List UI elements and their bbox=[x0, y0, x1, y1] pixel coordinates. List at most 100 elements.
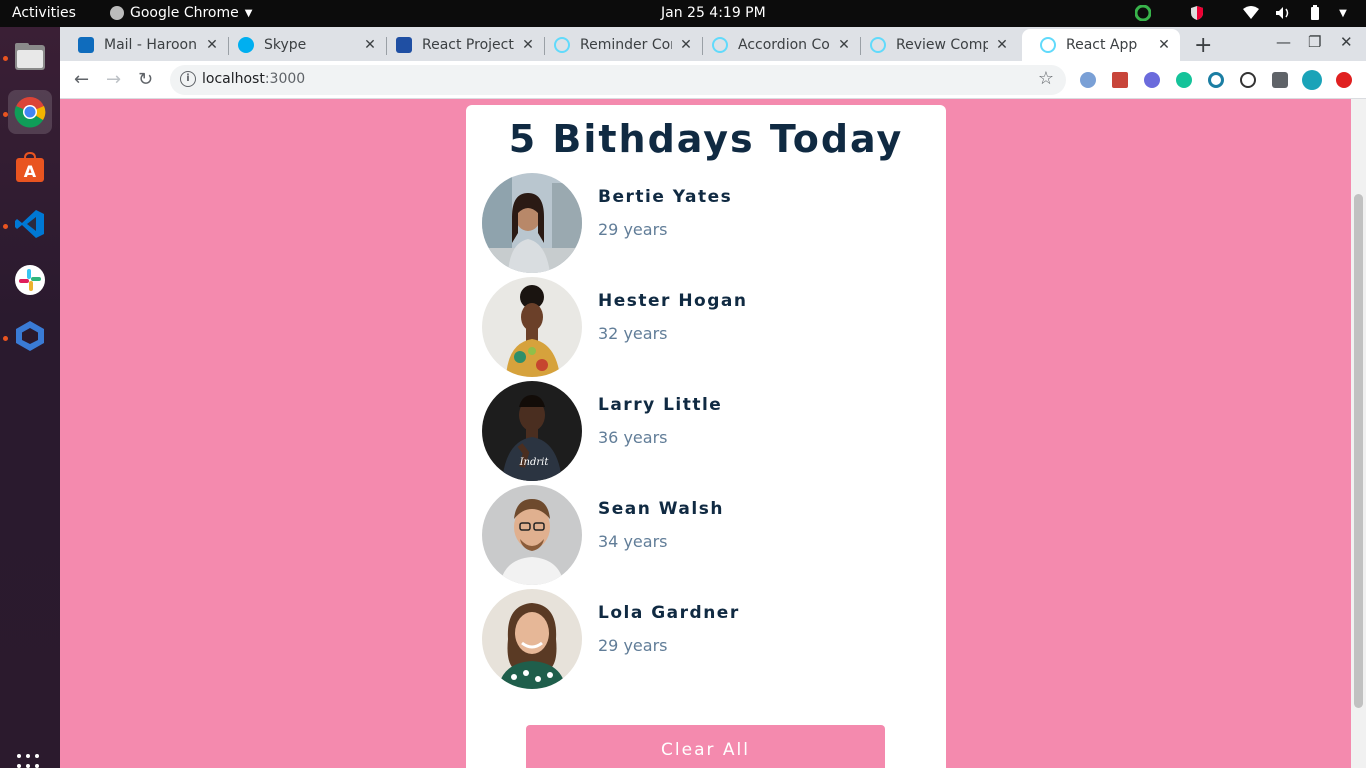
close-icon[interactable]: ✕ bbox=[994, 37, 1010, 53]
tab-accordion[interactable]: Accordion Co ✕ bbox=[694, 29, 860, 61]
birthday-card: 5 Bithdays Today Bertie Yates 29 years H… bbox=[466, 105, 946, 768]
avatar bbox=[482, 589, 582, 689]
tab-review[interactable]: Review Compo ✕ bbox=[852, 29, 1018, 61]
scrollbar-thumb[interactable] bbox=[1354, 194, 1363, 708]
chrome-icon bbox=[110, 6, 124, 20]
close-icon[interactable]: ✕ bbox=[520, 37, 536, 53]
page-viewport: 5 Bithdays Today Bertie Yates 29 years H… bbox=[60, 99, 1366, 768]
chevron-down-icon[interactable]: ▼ bbox=[1338, 4, 1348, 22]
extension-icon[interactable] bbox=[1144, 72, 1160, 88]
list-item: Lola Gardner 29 years bbox=[482, 589, 922, 689]
person-age: 34 years bbox=[598, 532, 668, 551]
forward-button[interactable]: → bbox=[106, 69, 121, 90]
tab-react-app[interactable]: React App ✕ bbox=[1022, 29, 1180, 61]
tab-title: Accordion Co bbox=[738, 37, 830, 53]
tab-strip: Mail - Haroon ✕ Skype ✕ React Projects ✕… bbox=[60, 27, 1366, 61]
list-item: Bertie Yates 29 years bbox=[482, 173, 922, 273]
wifi-icon[interactable] bbox=[1242, 4, 1260, 22]
chrome-icon[interactable] bbox=[8, 90, 52, 134]
update-icon[interactable] bbox=[1336, 72, 1352, 88]
close-window-button[interactable]: ✕ bbox=[1340, 33, 1353, 51]
list-item: Hester Hogan 32 years bbox=[482, 277, 922, 377]
tab-title: Mail - Haroon bbox=[104, 37, 197, 53]
restore-button[interactable]: ❐ bbox=[1308, 33, 1321, 51]
address-bar[interactable]: i localhost:3000 ☆ bbox=[170, 65, 1066, 95]
extension-icon[interactable] bbox=[1208, 72, 1224, 88]
slack-icon[interactable] bbox=[8, 258, 52, 302]
dock: A bbox=[0, 27, 60, 768]
tab-react-projects[interactable]: React Projects ✕ bbox=[378, 29, 544, 61]
battery-icon[interactable] bbox=[1306, 4, 1324, 22]
bookmark-star-icon[interactable]: ☆ bbox=[1038, 68, 1054, 89]
shield-icon[interactable] bbox=[1188, 4, 1206, 22]
list-item: Indrit Larry Little 36 years bbox=[482, 381, 922, 481]
person-age: 36 years bbox=[598, 428, 668, 447]
info-icon[interactable]: i bbox=[180, 71, 196, 87]
avatar bbox=[482, 485, 582, 585]
close-icon[interactable]: ✕ bbox=[836, 37, 852, 53]
close-icon[interactable]: ✕ bbox=[678, 37, 694, 53]
extension-icon[interactable] bbox=[1112, 72, 1128, 88]
extension-icon[interactable] bbox=[1080, 72, 1096, 88]
recycle-icon[interactable] bbox=[1134, 4, 1152, 22]
vertical-scrollbar[interactable] bbox=[1351, 99, 1366, 768]
show-applications-icon[interactable] bbox=[17, 754, 43, 768]
skype-icon bbox=[238, 37, 254, 53]
new-tab-button[interactable]: + bbox=[1194, 33, 1212, 58]
tab-title: React Projects bbox=[422, 37, 514, 53]
react-icon bbox=[554, 37, 570, 53]
person-name: Sean Walsh bbox=[598, 499, 724, 519]
person-age: 32 years bbox=[598, 324, 668, 343]
tab-reminder[interactable]: Reminder Com ✕ bbox=[536, 29, 702, 61]
tab-title: Reminder Com bbox=[580, 37, 672, 53]
svg-text:A: A bbox=[24, 162, 37, 181]
tab-skype[interactable]: Skype ✕ bbox=[220, 29, 386, 61]
list-item: Sean Walsh 34 years bbox=[482, 485, 922, 585]
tab-title: Review Compo bbox=[896, 37, 988, 53]
person-name: Bertie Yates bbox=[598, 187, 733, 207]
software-center-icon[interactable]: A bbox=[8, 146, 52, 190]
volume-icon[interactable] bbox=[1274, 4, 1292, 22]
close-icon[interactable]: ✕ bbox=[204, 37, 220, 53]
person-name: Lola Gardner bbox=[598, 603, 740, 623]
page-title: 5 Bithdays Today bbox=[508, 117, 904, 161]
avatar bbox=[482, 173, 582, 273]
react-icon bbox=[1040, 37, 1056, 53]
tab-title: Skype bbox=[264, 37, 307, 53]
person-age: 29 years bbox=[598, 636, 668, 655]
app-icon[interactable] bbox=[8, 314, 52, 358]
avatar bbox=[482, 277, 582, 377]
react-icon bbox=[870, 37, 886, 53]
close-icon[interactable]: ✕ bbox=[362, 37, 378, 53]
extension-icon[interactable] bbox=[1240, 72, 1256, 88]
reload-button[interactable]: ↻ bbox=[138, 69, 153, 90]
back-button[interactable]: ← bbox=[74, 69, 89, 90]
system-top-bar: Activities Google Chrome ▼ Jan 25 4:19 P… bbox=[0, 0, 1366, 27]
outlook-icon bbox=[78, 37, 94, 53]
activities-button[interactable]: Activities bbox=[12, 5, 76, 21]
grammarly-icon[interactable] bbox=[1176, 72, 1192, 88]
app-menu[interactable]: Google Chrome ▼ bbox=[110, 5, 252, 21]
person-name: Larry Little bbox=[598, 395, 723, 415]
browser-window: Mail - Haroon ✕ Skype ✕ React Projects ✕… bbox=[60, 27, 1366, 768]
svg-text:Indrit: Indrit bbox=[519, 457, 550, 468]
puzzle-icon[interactable] bbox=[1272, 72, 1288, 88]
avatar[interactable] bbox=[1302, 70, 1322, 90]
clock[interactable]: Jan 25 4:19 PM bbox=[661, 5, 766, 21]
vscode-icon[interactable] bbox=[8, 202, 52, 246]
person-name: Hester Hogan bbox=[598, 291, 748, 311]
url-text[interactable]: localhost:3000 bbox=[202, 71, 305, 87]
person-age: 29 years bbox=[598, 220, 668, 239]
tab-mail[interactable]: Mail - Haroon ✕ bbox=[60, 29, 228, 61]
close-icon[interactable]: ✕ bbox=[1156, 37, 1172, 53]
app-menu-label: Google Chrome bbox=[130, 5, 239, 21]
system-tray[interactable]: ▼ bbox=[1134, 4, 1348, 22]
vite-icon bbox=[396, 37, 412, 53]
files-icon[interactable] bbox=[8, 34, 52, 78]
avatar: Indrit bbox=[482, 381, 582, 481]
browser-toolbar: ← → ↻ i localhost:3000 ☆ bbox=[60, 61, 1366, 99]
clear-all-button[interactable]: Clear All bbox=[526, 725, 885, 768]
minimize-button[interactable]: — bbox=[1276, 33, 1291, 51]
chevron-down-icon: ▼ bbox=[244, 7, 253, 19]
tab-title: React App bbox=[1066, 37, 1138, 53]
